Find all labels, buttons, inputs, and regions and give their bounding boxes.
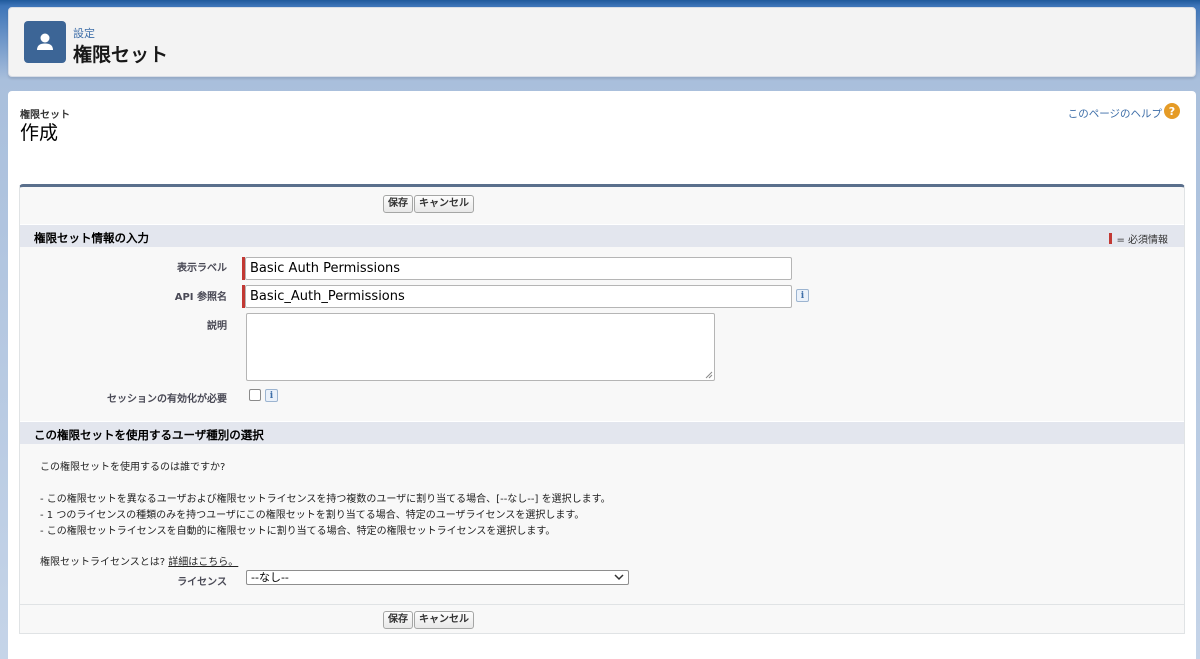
chevron-down-icon — [614, 574, 624, 581]
page-title: 作成 — [20, 122, 59, 144]
resize-handle-icon[interactable] — [705, 371, 713, 379]
bullet-text: - この権限セットを異なるユーザおよび権限セットライセンスを持つ複数のユーザに割… — [40, 494, 611, 505]
license-label: ライセンス — [177, 577, 227, 588]
license-selected-value: --なし-- — [251, 571, 289, 584]
license-question: 権限セットライセンスとは? — [40, 557, 166, 568]
session-required-label: セッションの有効化が必要 — [107, 394, 227, 405]
save-button-bottom[interactable]: 保存 — [383, 611, 413, 629]
user-icon — [24, 21, 66, 63]
learn-more-link[interactable]: 詳細はこちら。 — [168, 557, 238, 568]
header-subtitle[interactable]: 設定 — [73, 25, 95, 41]
bullet-text: - この権限セットライセンスを自動的に権限セットに割り当てる場合、特定の権限セッ… — [40, 526, 556, 537]
license-help-text: 権限セットライセンスとは? 詳細はこちら。 — [40, 553, 238, 568]
save-button-top[interactable]: 保存 — [383, 195, 413, 213]
section-title-user-type: この権限セットを使用するユーザ種別の選択 — [34, 428, 264, 442]
permission-set-form: 保存 キャンセル 権限セット情報の入力 = 必須情報 表示ラベル API 参照名… — [19, 184, 1185, 634]
api-name-label: API 参照名 — [174, 292, 227, 303]
required-legend: = 必須情報 — [1109, 231, 1168, 246]
api-name-input[interactable] — [245, 285, 792, 308]
cancel-button-top[interactable]: キャンセル — [414, 195, 474, 213]
info-icon[interactable]: i — [265, 389, 278, 402]
description-label: 説明 — [207, 321, 227, 332]
bottom-button-row: 保存 キャンセル — [20, 611, 1184, 631]
label-input[interactable] — [245, 257, 792, 280]
bullet-text: - 1 つのライセンスの種類のみを持つユーザにこの権限セットを割り当てる場合、特… — [40, 510, 585, 521]
help-link[interactable]: このページのヘルプ — [1068, 106, 1162, 121]
label-field-label: 表示ラベル — [177, 263, 227, 274]
required-legend-text: = 必須情報 — [1116, 235, 1168, 246]
session-required-checkbox[interactable] — [249, 389, 261, 401]
section-title-info: 権限セット情報の入力 — [34, 231, 149, 245]
top-button-row: 保存 キャンセル — [20, 195, 1184, 215]
license-select[interactable]: --なし-- — [246, 570, 629, 585]
question-text: この権限セットを使用するのは誰ですか? — [40, 462, 226, 473]
divider — [20, 604, 1184, 605]
info-icon[interactable]: i — [796, 289, 809, 302]
header-title: 権限セット — [73, 44, 169, 66]
page-header: 設定 権限セット — [8, 7, 1196, 77]
question-icon[interactable]: ? — [1164, 103, 1180, 119]
section-header-user-type: この権限セットを使用するユーザ種別の選択 — [20, 421, 1184, 444]
main-content: 権限セット 作成 このページのヘルプ ? 保存 キャンセル 権限セット情報の入力… — [8, 91, 1196, 659]
section-header-info: 権限セット情報の入力 = 必須情報 — [20, 224, 1184, 247]
description-textarea[interactable] — [246, 313, 715, 381]
cancel-button-bottom[interactable]: キャンセル — [414, 611, 474, 629]
required-marker — [1109, 233, 1113, 244]
